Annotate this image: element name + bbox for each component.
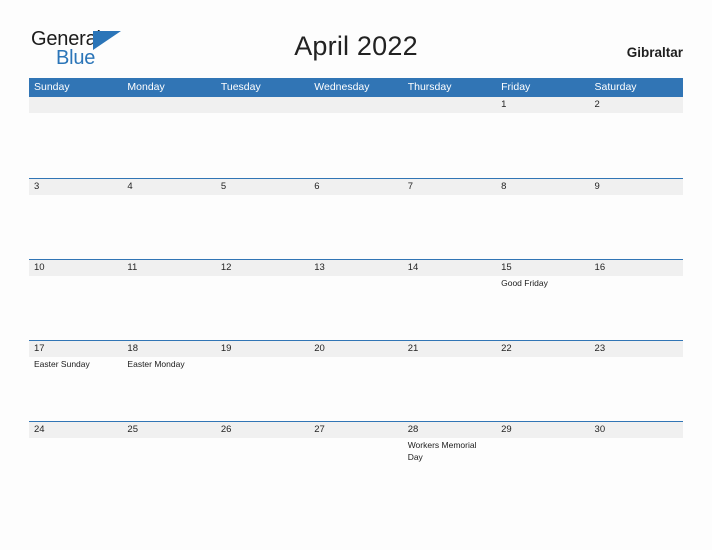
calendar-day-cell[interactable]: 2 (590, 97, 683, 178)
holiday-label: Workers Memorial Day (407, 440, 477, 462)
calendar-day-cell[interactable]: 5 (216, 179, 309, 260)
calendar-week-cells: 3 4 5 6 7 8 9 (29, 179, 683, 260)
day-number: 1 (501, 99, 507, 110)
day-number: 12 (220, 262, 232, 273)
weekday-header-monday: Monday (127, 81, 165, 93)
calendar-day-cell-empty (122, 97, 215, 178)
day-number: 6 (314, 181, 320, 192)
calendar-day-cell[interactable]: 6 (309, 179, 402, 260)
day-number: 5 (220, 181, 227, 192)
calendar-day-cell[interactable]: 17 Easter Sunday (29, 341, 122, 422)
weekday-header-wednesday: Wednesday (314, 81, 370, 93)
day-number: 4 (127, 181, 133, 192)
day-number: 11 (127, 262, 138, 273)
calendar-day-cell[interactable]: 1 (496, 97, 589, 178)
day-number: 2 (594, 99, 600, 110)
calendar-day-cell[interactable]: 3 (29, 179, 122, 260)
calendar-week-row: 17 Easter Sunday 18 Easter Monday 19 20 21 22 23 (29, 340, 683, 421)
weekday-header-row: Sunday Monday Tuesday Wednesday Thursday… (29, 78, 683, 97)
day-number: 26 (220, 424, 232, 435)
calendar-day-cell[interactable]: 15 Good Friday (496, 260, 589, 341)
calendar-weeks: 1 2 3 4 5 6 7 8 9 10 11 12 13 14 15 Good Friday 16 17 East… (29, 97, 683, 502)
calendar-day-cell[interactable]: 7 (403, 179, 496, 260)
holiday-label: Easter Sunday (34, 359, 90, 369)
day-number: 18 (127, 343, 138, 354)
country-label: Gibraltar (626, 45, 683, 60)
calendar-week-row: 24 25 26 27 28 Workers Memorial Day 29 30 (29, 421, 683, 502)
calendar-day-cell[interactable]: 9 (590, 179, 683, 260)
day-number: 15 (501, 262, 512, 273)
day-number: 9 (594, 181, 600, 192)
day-number: 25 (127, 424, 138, 435)
weekday-header-tuesday: Tuesday (220, 81, 261, 93)
calendar-day-cell[interactable]: 25 (122, 422, 215, 503)
calendar-day-cell[interactable]: 24 (29, 422, 122, 503)
day-number: 29 (501, 424, 512, 435)
day-number: 20 (314, 343, 325, 354)
day-number: 27 (314, 424, 325, 435)
calendar-day-cell-empty (29, 97, 122, 178)
calendar-day-cell[interactable]: 28 Workers Memorial Day (403, 422, 496, 503)
page-title: April 2022 (294, 31, 418, 61)
calendar-day-cell[interactable]: 14 (403, 260, 496, 341)
calendar-day-cell[interactable]: 8 (496, 179, 589, 260)
calendar-day-cell[interactable]: 19 (216, 341, 309, 422)
calendar-week-cells: 24 25 26 27 28 Workers Memorial Day 29 30 (29, 422, 683, 503)
holiday-label: Good Friday (501, 278, 548, 288)
calendar-day-cell[interactable]: 11 (122, 260, 215, 341)
day-number: 23 (594, 343, 606, 354)
calendar-day-cell[interactable]: 4 (122, 179, 215, 260)
calendar-grid: Sunday Monday Tuesday Wednesday Thursday… (29, 78, 683, 502)
calendar-day-cell-empty (309, 97, 402, 178)
calendar-day-cell[interactable]: 23 (590, 341, 683, 422)
day-number: 17 (34, 343, 45, 354)
calendar-week-cells: 17 Easter Sunday 18 Easter Monday 19 20 21 22 23 (29, 341, 683, 422)
weekday-header-sunday: Sunday (34, 81, 70, 93)
calendar-day-cell[interactable]: 22 (496, 341, 589, 422)
weekday-header-friday: Friday (501, 81, 531, 93)
calendar-day-cell[interactable]: 27 (309, 422, 402, 503)
weekday-header-saturday: Saturday (594, 81, 637, 93)
day-number: 3 (34, 181, 40, 192)
day-number: 28 (407, 424, 419, 435)
page-header: General Blue April 2022 Gibraltar (0, 0, 712, 78)
weekday-header-thursday: Thursday (407, 81, 452, 93)
calendar-week-row: 10 11 12 13 14 15 Good Friday 16 (29, 259, 683, 340)
calendar-day-cell[interactable]: 20 (309, 341, 402, 422)
day-number: 30 (594, 424, 606, 435)
calendar-day-cell[interactable]: 16 (590, 260, 683, 341)
day-number: 14 (407, 262, 419, 273)
calendar-day-cell[interactable]: 18 Easter Monday (122, 341, 215, 422)
day-number: 13 (314, 262, 325, 273)
calendar-day-cell-empty (403, 97, 496, 178)
day-number: 19 (220, 343, 232, 354)
day-number: 21 (407, 343, 419, 354)
calendar-week-cells: 10 11 12 13 14 15 Good Friday 16 (29, 260, 683, 341)
calendar-week-row: 3 4 5 6 7 8 9 (29, 178, 683, 259)
day-number: 8 (501, 181, 507, 192)
calendar-day-cell[interactable]: 12 (216, 260, 309, 341)
calendar-page: General Blue April 2022 Gibraltar Sunday… (0, 0, 712, 550)
calendar-day-cell[interactable]: 29 (496, 422, 589, 503)
day-number: 7 (407, 181, 413, 192)
calendar-day-cell[interactable]: 10 (29, 260, 122, 341)
calendar-day-cell[interactable]: 26 (216, 422, 309, 503)
holiday-label: Easter Monday (127, 359, 185, 369)
calendar-day-cell[interactable]: 21 (403, 341, 496, 422)
day-number: 22 (501, 343, 512, 354)
day-number: 10 (34, 262, 45, 273)
calendar-day-cell[interactable]: 30 (590, 422, 683, 503)
day-number: 24 (34, 424, 45, 435)
calendar-week-cells: 12 (29, 97, 683, 178)
day-number: 16 (594, 262, 606, 273)
calendar-day-cell[interactable]: 13 (309, 260, 402, 341)
calendar-day-cell-empty (216, 97, 309, 178)
calendar-week-row: 12 (29, 97, 683, 178)
